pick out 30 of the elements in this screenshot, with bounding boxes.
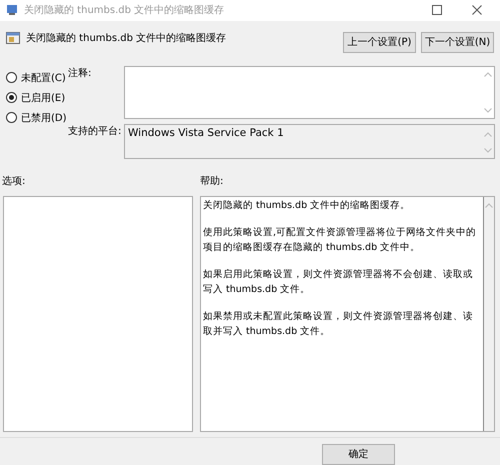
scroll-up-icon[interactable] — [484, 72, 492, 77]
scroll-up-icon[interactable] — [484, 132, 492, 137]
scroll-up-icon[interactable] — [485, 202, 493, 208]
radio-label[interactable]: 已禁用(D) — [21, 110, 67, 125]
help-paragraph: 关闭隐藏的 thumbs.db 文件中的缩略图缓存。 — [203, 198, 412, 213]
comment-field[interactable] — [124, 66, 495, 119]
app-icon — [6, 4, 18, 16]
help-paragraph: 使用此策略设置,可配置文件资源管理器将位于网络文件夹中的项目的缩略图缓存在隐藏的 thumbs.db 文件中。 — [203, 226, 478, 255]
maximize-icon[interactable] — [432, 5, 442, 16]
nav-button[interactable]: 上一个设置(P) — [343, 32, 416, 53]
nav-button[interactable]: 下一个设置(N) — [421, 32, 494, 53]
options-label: 选项: — [2, 176, 26, 187]
close-icon[interactable] — [472, 5, 482, 16]
help-label: 帮助: — [200, 174, 224, 188]
help-paragraph: 如果启用此策略设置，则文件资源管理器将不会创建、读取或写入 thumbs.db 文件。 — [203, 268, 474, 297]
radio-button[interactable] — [6, 112, 17, 124]
policy-icon — [6, 32, 20, 44]
platform-value: Windows Vista Service Pack 1 — [128, 126, 284, 141]
radio-button[interactable] — [6, 92, 17, 104]
scroll-down-icon[interactable] — [484, 148, 492, 153]
radio-label[interactable]: 未配置(C) — [21, 70, 66, 85]
comment-label: 注释: — [68, 66, 92, 81]
radio-button[interactable] — [6, 72, 17, 84]
ok-button[interactable]: 确定 — [322, 444, 395, 465]
platform-label: 支持的平台: — [68, 124, 122, 139]
policy-title: 关闭隐藏的 thumbs.db 文件中的缩略图缓存 — [26, 32, 226, 45]
radio-label[interactable]: 已启用(E) — [21, 90, 66, 105]
window-title: 关闭隐藏的 thumbs.db 文件中的缩略图缓存 — [24, 4, 226, 18]
scroll-down-icon[interactable] — [484, 108, 492, 113]
help-paragraph: 如果禁用或未配置此策略设置，则文件资源管理器将创建、读取并写入 thumbs.db 文件。 — [203, 310, 474, 339]
